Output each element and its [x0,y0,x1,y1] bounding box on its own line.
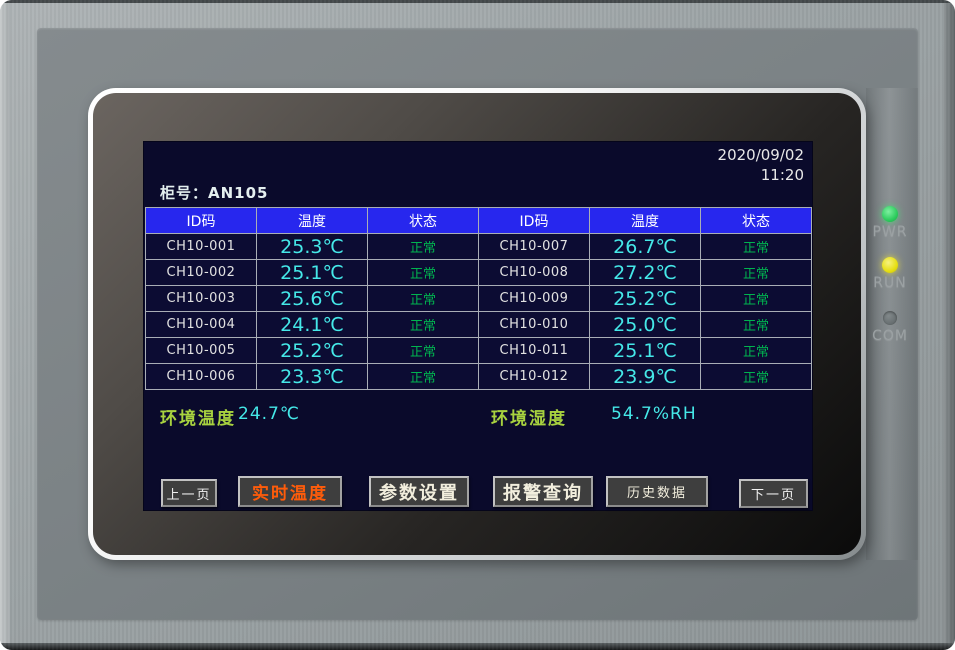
ambient-humidity-value: 54.7%RH [611,404,697,424]
channel-id: CH10-005 [146,338,257,364]
run-led-block: RUN [866,257,914,291]
channel-id: CH10-008 [479,260,590,286]
pwr-led-label: PWR [866,224,914,240]
channel-id: CH10-010 [479,312,590,338]
screen-frame: 2020/09/02 11:20 柜号：AN105 ID码 温度 状态 ID码 … [88,88,866,560]
table-row: CH10-005 25.2℃ 正常 CH10-011 25.1℃ 正常 [146,338,812,364]
channel-status: 正常 [701,286,812,312]
parameter-settings-button[interactable]: 参数设置 [369,476,469,507]
datetime-display: 2020/09/02 11:20 [718,145,804,185]
channel-id: CH10-007 [479,234,590,260]
channel-status: 正常 [701,260,812,286]
channel-status: 正常 [368,364,479,390]
channel-status: 正常 [701,312,812,338]
cabinet-number-label: 柜号：AN105 [160,182,268,203]
run-led-icon [882,257,898,273]
channel-temp: 23.9℃ [590,364,701,390]
col-header-status-right: 状态 [701,208,812,234]
channel-id: CH10-009 [479,286,590,312]
channel-temp: 25.2℃ [257,338,368,364]
channel-status: 正常 [368,286,479,312]
history-data-button[interactable]: 历史数据 [606,476,708,507]
channel-temp: 25.0℃ [590,312,701,338]
channel-temp: 27.2℃ [590,260,701,286]
channel-status: 正常 [368,260,479,286]
ambient-humidity-label: 环境湿度 [491,404,567,429]
col-header-id-right: ID码 [479,208,590,234]
device-bottom-edge [0,643,955,650]
table-row: CH10-004 24.1℃ 正常 CH10-010 25.0℃ 正常 [146,312,812,338]
table-row: CH10-006 23.3℃ 正常 CH10-012 23.9℃ 正常 [146,364,812,390]
channel-status: 正常 [368,312,479,338]
screenshot-stage: 2020/09/02 11:20 柜号：AN105 ID码 温度 状态 ID码 … [0,0,955,650]
temperature-table: ID码 温度 状态 ID码 温度 状态 CH10-001 25.3℃ 正常 CH… [145,207,812,390]
run-led-label: RUN [866,275,914,291]
table-row: CH10-002 25.1℃ 正常 CH10-008 27.2℃ 正常 [146,260,812,286]
table-header-row: ID码 温度 状态 ID码 温度 状态 [146,208,812,234]
alarm-query-button[interactable]: 报警查询 [493,476,593,507]
channel-status: 正常 [701,234,812,260]
pwr-led-block: PWR [866,206,914,240]
time-text: 11:20 [718,165,804,185]
channel-id: CH10-004 [146,312,257,338]
channel-status: 正常 [368,234,479,260]
channel-status: 正常 [701,338,812,364]
channel-id: CH10-006 [146,364,257,390]
channel-temp: 26.7℃ [590,234,701,260]
col-header-id-left: ID码 [146,208,257,234]
pwr-led-icon [882,206,898,222]
channel-temp: 25.3℃ [257,234,368,260]
table-row: CH10-001 25.3℃ 正常 CH10-007 26.7℃ 正常 [146,234,812,260]
channel-temp: 24.1℃ [257,312,368,338]
lcd-screen: 2020/09/02 11:20 柜号：AN105 ID码 温度 状态 ID码 … [143,141,813,511]
channel-temp: 25.1℃ [257,260,368,286]
realtime-temperature-button[interactable]: 实时温度 [238,476,342,507]
channel-id: CH10-003 [146,286,257,312]
col-header-status-left: 状态 [368,208,479,234]
table-row: CH10-003 25.6℃ 正常 CH10-009 25.2℃ 正常 [146,286,812,312]
channel-id: CH10-012 [479,364,590,390]
device-top-edge [0,0,955,3]
environment-row: 环境温度 24.7℃ 环境湿度 54.7%RH [144,400,814,432]
ambient-temp-value: 24.7℃ [238,404,300,424]
channel-status: 正常 [368,338,479,364]
ambient-temp-label: 环境温度 [160,404,236,429]
channel-id: CH10-011 [479,338,590,364]
prev-page-button[interactable]: 上一页 [161,479,217,507]
device-left-edge [0,3,10,643]
device-right-edge [944,3,955,643]
channel-temp: 25.6℃ [257,286,368,312]
col-header-temp-left: 温度 [257,208,368,234]
channel-temp: 25.1℃ [590,338,701,364]
com-led-label: COM [866,328,914,344]
screen-bezel: 2020/09/02 11:20 柜号：AN105 ID码 温度 状态 ID码 … [93,93,861,555]
hmi-device: 2020/09/02 11:20 柜号：AN105 ID码 温度 状态 ID码 … [0,0,955,650]
col-header-temp-right: 温度 [590,208,701,234]
next-page-button[interactable]: 下一页 [739,479,808,508]
com-led-icon [883,311,897,325]
channel-id: CH10-001 [146,234,257,260]
channel-id: CH10-002 [146,260,257,286]
channel-temp: 23.3℃ [257,364,368,390]
channel-status: 正常 [701,364,812,390]
com-led-block: COM [866,311,914,344]
channel-temp: 25.2℃ [590,286,701,312]
date-text: 2020/09/02 [718,145,804,165]
